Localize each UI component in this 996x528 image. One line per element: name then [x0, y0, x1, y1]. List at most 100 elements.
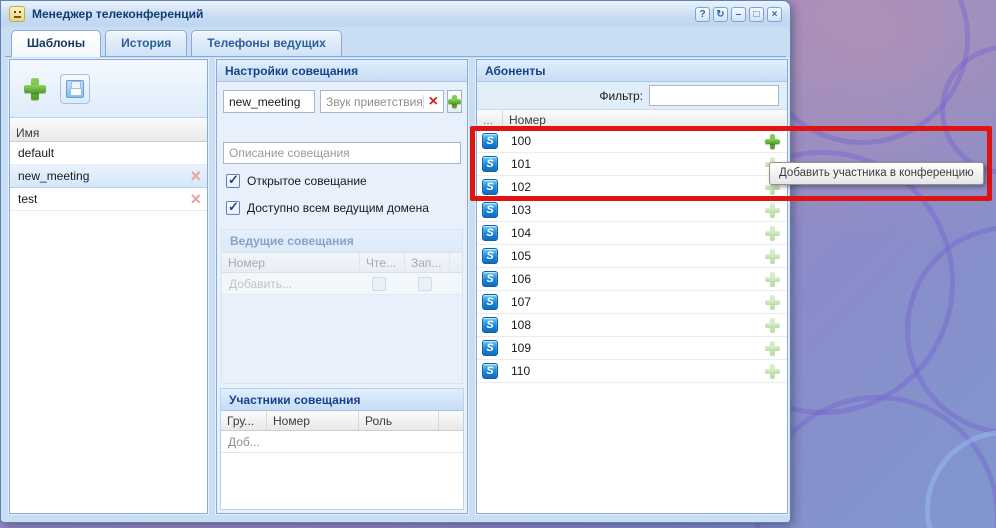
add-participant-button[interactable]: [765, 271, 780, 287]
add-sound-button[interactable]: [446, 90, 462, 113]
participants-add-label: Доб...: [228, 434, 260, 449]
plus-icon: [447, 95, 461, 108]
participants-col-empty: [439, 411, 463, 430]
meeting-name-input[interactable]: [223, 90, 315, 113]
subscriber-row[interactable]: S 105: [477, 245, 787, 268]
add-participant-button[interactable]: [765, 248, 780, 264]
leaders-add-row: Добавить...: [222, 273, 462, 295]
filter-label: Фильтр:: [599, 88, 643, 103]
meeting-participants-section: Участники совещания Гру... Номер Роль До…: [220, 388, 464, 510]
window-title: Менеджер телеконференций: [32, 7, 204, 21]
add-participant-tooltip: Добавить участника в конференцию: [769, 162, 984, 185]
subscriber-number: 105: [511, 249, 532, 263]
refresh-button[interactable]: ↻: [713, 7, 728, 22]
subscriber-number: 107: [511, 295, 532, 309]
subscriber-row[interactable]: S 104: [477, 222, 787, 245]
save-icon: [66, 79, 84, 98]
leaders-record-checkbox: [418, 277, 432, 291]
tab-leader-phones[interactable]: Телефоны ведущих: [191, 30, 342, 56]
delete-template-icon[interactable]: ×: [190, 167, 201, 185]
add-participant-button[interactable]: [765, 317, 780, 333]
domain-access-checkbox-row: ✓ Доступно всем ведущим домена: [226, 199, 429, 215]
subscriber-number: 109: [511, 341, 532, 355]
subscribers-panel-title: Абоненты: [477, 60, 787, 82]
participants-add-row[interactable]: Доб...: [221, 431, 463, 453]
clear-sound-icon[interactable]: ×: [429, 93, 438, 110]
title-bar: Менеджер телеконференций: [1, 1, 790, 27]
add-template-button[interactable]: [20, 74, 50, 104]
sip-phone-icon: S: [482, 363, 498, 379]
add-participant-button[interactable]: [765, 294, 780, 310]
template-row-new-meeting[interactable]: new_meeting ×: [10, 165, 207, 188]
check-icon: ✓: [228, 172, 239, 187]
domain-access-label: Доступно всем ведущим домена: [247, 201, 429, 215]
domain-access-checkbox[interactable]: ✓: [226, 199, 240, 215]
minimize-button[interactable]: –: [731, 7, 746, 22]
add-participant-button[interactable]: [765, 363, 780, 379]
app-icon: [9, 6, 25, 22]
leaders-col-record: Зап...: [405, 253, 450, 272]
tab-templates[interactable]: Шаблоны: [11, 30, 102, 57]
sip-phone-icon: S: [482, 317, 498, 333]
subscriber-number: 108: [511, 318, 532, 332]
settings-panel-title: Настройки совещания: [217, 60, 467, 82]
template-name: test: [18, 192, 38, 206]
tab-history[interactable]: История: [105, 30, 188, 56]
tab-bar: Шаблоны История Телефоны ведущих: [11, 30, 342, 57]
templates-list-header: Имя: [10, 118, 207, 142]
teleconference-manager-window: Менеджер телеконференций ? ↻ – □ × Шабло…: [0, 0, 791, 523]
leaders-add-label: Добавить...: [229, 276, 293, 291]
templates-panel: Имя default new_meeting × test ×: [9, 59, 208, 514]
add-participant-button[interactable]: [765, 202, 780, 218]
subscriber-row[interactable]: S 106: [477, 268, 787, 291]
delete-template-icon[interactable]: ×: [190, 190, 201, 208]
participants-col-number: Номер: [267, 411, 359, 430]
subscriber-row[interactable]: S 109: [477, 337, 787, 360]
save-template-button[interactable]: [60, 73, 90, 104]
sip-phone-icon: S: [482, 340, 498, 356]
templates-toolbar: [10, 60, 207, 118]
leaders-read-checkbox: [372, 277, 386, 291]
open-meeting-checkbox[interactable]: ✓: [226, 172, 240, 188]
add-participant-button[interactable]: [765, 340, 780, 356]
leaders-col-read: Чте...: [360, 253, 405, 272]
filter-row: Фильтр:: [477, 82, 787, 110]
subscriber-row[interactable]: S 103: [477, 199, 787, 222]
subscriber-number: 110: [511, 364, 531, 378]
help-button[interactable]: ?: [695, 7, 710, 22]
template-name: default: [18, 146, 55, 160]
open-meeting-label: Открытое совещание: [247, 174, 367, 188]
meeting-settings-panel: Настройки совещания Звук приветствия × ✓…: [216, 59, 468, 514]
participants-col-role: Роль: [359, 411, 439, 430]
name-column-header: Имя: [16, 126, 40, 140]
subscriber-number: 106: [511, 272, 532, 286]
settings-body: Звук приветствия × ✓ Открытое совещание …: [217, 82, 467, 513]
template-row-test[interactable]: test ×: [10, 188, 207, 211]
meeting-description-input[interactable]: [223, 142, 461, 164]
meeting-leaders-section: Ведущие совещания Номер Чте... Зап... До…: [221, 229, 463, 384]
maximize-button[interactable]: □: [749, 7, 764, 22]
window-controls: ? ↻ – □ ×: [695, 7, 782, 22]
leaders-col-number: Номер: [222, 253, 360, 272]
desktop-background: Менеджер телеконференций ? ↻ – □ × Шабло…: [0, 0, 996, 528]
participants-col-group: Гру...: [221, 411, 267, 430]
template-row-default[interactable]: default: [10, 142, 207, 165]
plus-icon: [24, 77, 46, 100]
leaders-columns-header: Номер Чте... Зап...: [222, 252, 462, 273]
greeting-sound-placeholder: Звук приветствия: [326, 94, 423, 109]
subscriber-row[interactable]: S 110: [477, 360, 787, 383]
greeting-sound-combo[interactable]: Звук приветствия ×: [320, 90, 444, 113]
open-meeting-checkbox-row: ✓ Открытое совещание: [226, 172, 367, 188]
filter-input[interactable]: [649, 85, 779, 106]
subscriber-row[interactable]: S 107: [477, 291, 787, 314]
add-participant-button[interactable]: [765, 225, 780, 241]
check-icon: ✓: [228, 199, 239, 214]
sip-phone-icon: S: [482, 271, 498, 287]
sip-phone-icon: S: [482, 294, 498, 310]
close-button[interactable]: ×: [767, 7, 782, 22]
sip-phone-icon: S: [482, 248, 498, 264]
subscriber-number: 103: [511, 203, 532, 217]
subscriber-row[interactable]: S 108: [477, 314, 787, 337]
sip-phone-icon: S: [482, 225, 498, 241]
leaders-section-title: Ведущие совещания: [222, 230, 462, 252]
